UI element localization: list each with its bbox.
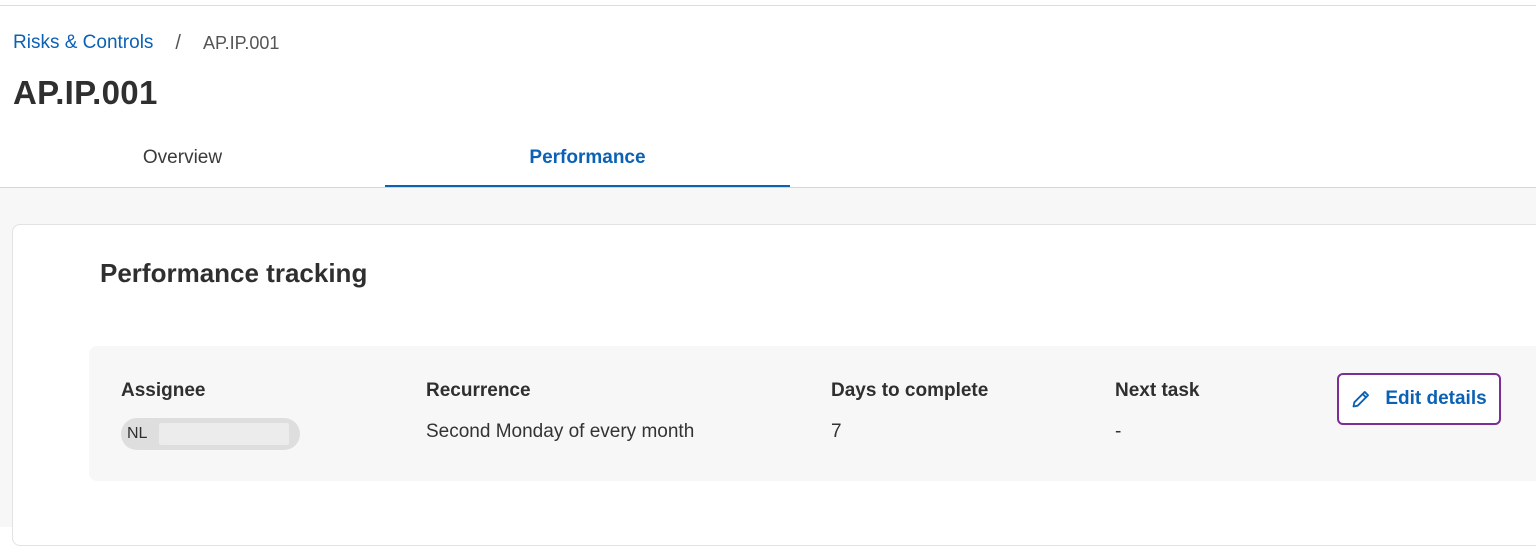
days-to-complete-value: 7 xyxy=(831,421,842,442)
breadcrumb: Risks & Controls / AP.IP.001 xyxy=(13,31,279,55)
breadcrumb-current: AP.IP.001 xyxy=(202,32,280,53)
recurrence-value: Second Monday of every month xyxy=(426,421,695,442)
edit-details-button[interactable]: Edit details xyxy=(1337,373,1501,425)
next-task-value: - xyxy=(1115,421,1122,442)
avatar: NL xyxy=(127,425,148,442)
assignee-chip: NL xyxy=(121,418,300,450)
page-title: AP.IP.001 xyxy=(13,74,158,111)
top-divider xyxy=(0,5,1536,6)
tab-overview[interactable]: Overview xyxy=(0,130,365,185)
breadcrumb-link-risks-controls[interactable]: Risks & Controls xyxy=(13,32,153,54)
assignee-name-redacted xyxy=(159,423,289,445)
tab-performance[interactable]: Performance xyxy=(385,130,790,187)
section-title: Performance tracking xyxy=(100,258,368,288)
details-panel xyxy=(89,346,1536,481)
edit-details-label: Edit details xyxy=(1385,388,1487,409)
pencil-icon xyxy=(1352,391,1370,408)
recurrence-label: Recurrence xyxy=(426,380,531,401)
days-to-complete-label: Days to complete xyxy=(831,380,989,401)
tab-bar: Overview Performance xyxy=(0,130,1536,188)
next-task-label: Next task xyxy=(1115,380,1200,401)
assignee-label: Assignee xyxy=(121,380,206,401)
breadcrumb-separator: / xyxy=(175,31,181,54)
